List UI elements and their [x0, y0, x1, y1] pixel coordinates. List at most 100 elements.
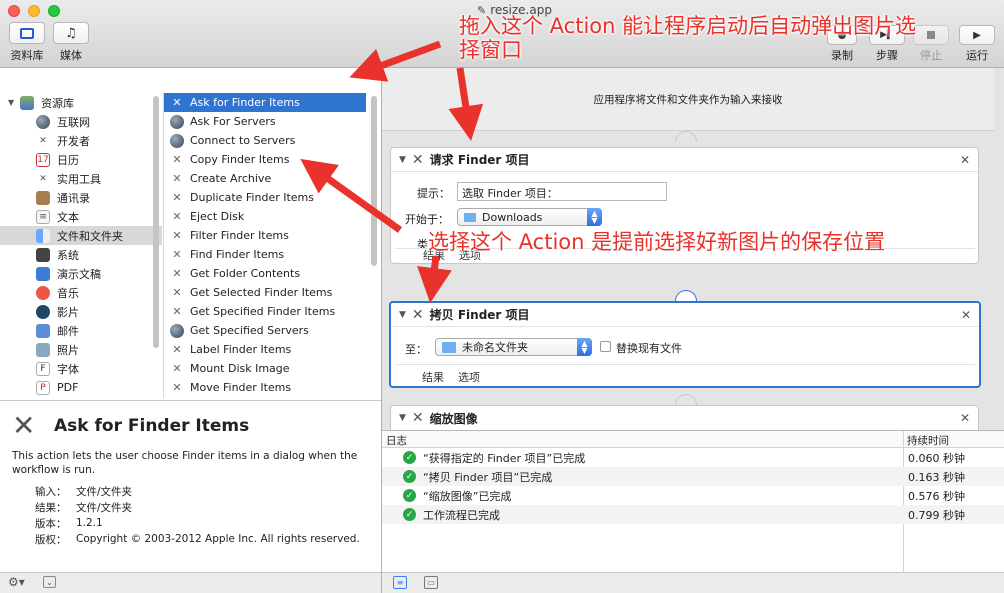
library-label: 资料库	[10, 49, 44, 62]
log-row[interactable]: ✓ “获得指定的 Finder 项目”已完成 0.060 秒钟	[382, 448, 1004, 467]
close-window-button[interactable]	[8, 5, 20, 17]
action-list-item[interactable]: ✕ Label Finder Items	[164, 340, 381, 359]
library-item[interactable]: 演示文稿	[0, 264, 162, 283]
action-list-item-label: Duplicate Finder Items	[190, 191, 314, 204]
library-item-label: 通讯录	[57, 191, 90, 205]
card-options-tab[interactable]: 选项	[458, 369, 480, 385]
library-item[interactable]: 邮件	[0, 321, 162, 340]
action-list-item[interactable]: ✕ Duplicate Finder Items	[164, 188, 381, 207]
finder-action-icon: ✕	[172, 305, 182, 318]
globe-icon	[36, 114, 50, 129]
stop-label: 停止	[920, 49, 942, 62]
library-item[interactable]: ✕ 实用工具	[0, 169, 162, 188]
finder-action-icon: ✕	[172, 286, 182, 299]
library-item[interactable]: 互联网	[0, 112, 162, 131]
library-item-label: 互联网	[57, 115, 90, 129]
library-list: ▼ 资源库互联网 ✕ 开发者 17 日历 ✕ 实用工具通讯录 ≡ 文本 文件和文件夹 系统演示文稿音乐…	[0, 93, 162, 398]
stop-button[interactable]	[913, 25, 949, 45]
finder-action-icon: ✕	[172, 343, 182, 356]
sidebar-icon	[20, 27, 34, 39]
media-button[interactable]: ♫	[53, 22, 89, 44]
run-label: 运行	[966, 49, 988, 62]
action-list-item[interactable]: ✕ Mount Disk Image	[164, 359, 381, 378]
meta-input-value: 文件/文件夹	[76, 485, 133, 498]
action-list-item[interactable]: ✕ Get Selected Finder Items	[164, 283, 381, 302]
start-at-popup[interactable]: Downloads ▲ ▼	[457, 208, 602, 226]
log-row[interactable]: ✓ “缩放图像”已完成 0.576 秒钟	[382, 486, 1004, 505]
workflow-footer: ≡ ▭	[382, 572, 1004, 593]
annotation-middle: 选择这个 Action 是提前选择好新图片的保存位置	[428, 230, 886, 254]
run-button[interactable]: ▶	[959, 25, 995, 45]
finder-action-icon: ✕	[172, 248, 182, 261]
chevron-updown-icon: ▲ ▼	[587, 208, 602, 226]
finder-action-icon: ✕	[172, 96, 182, 109]
replace-existing-label: 替换现有文件	[616, 342, 682, 355]
variables-view-icon[interactable]: ▭	[424, 576, 438, 589]
library-item-label: 文本	[57, 210, 79, 224]
library-item[interactable]: 通讯录	[0, 188, 162, 207]
description-title: Ask for Finder Items	[54, 416, 250, 436]
media-label: 媒体	[60, 49, 82, 62]
network-globe-icon	[170, 323, 184, 338]
library-item[interactable]: P PDF	[0, 378, 162, 397]
library-item[interactable]: 17 日历	[0, 150, 162, 169]
action-list-item[interactable]: ✕ Create Archive	[164, 169, 381, 188]
finder-action-icon: ✕	[411, 410, 424, 426]
action-list-item[interactable]: Connect to Servers	[164, 131, 381, 150]
action-list-item-label: Ask for Finder Items	[190, 96, 300, 109]
library-toggle-button[interactable]	[9, 22, 45, 44]
log-view-icon[interactable]: ≡	[393, 576, 407, 589]
close-icon[interactable]: ✕	[960, 153, 970, 167]
library-scrollbar[interactable]	[153, 96, 159, 348]
action-list-item[interactable]: Ask For Servers	[164, 112, 381, 131]
library-item-label: 演示文稿	[57, 267, 101, 281]
library-item[interactable]: 照片	[0, 340, 162, 359]
library-item[interactable]: ≡ 文本	[0, 207, 162, 226]
action-list-item-label: Ask For Servers	[190, 115, 276, 128]
action-list-item[interactable]: ✕ Copy Finder Items	[164, 150, 381, 169]
library-item[interactable]: 音乐	[0, 283, 162, 302]
duration-column-header[interactable]: 持续时间	[907, 433, 949, 448]
action-list-item[interactable]: Get Specified Servers	[164, 321, 381, 340]
disclosure-triangle-icon[interactable]: ▼	[8, 98, 14, 107]
check-icon: ✓	[403, 470, 416, 483]
library-item[interactable]: ▼ 资源库	[0, 93, 162, 112]
prompt-field[interactable]: 选取 Finder 项目：	[457, 182, 667, 201]
library-item[interactable]: 系统	[0, 245, 162, 264]
action-list-item[interactable]: ✕ Filter Finder Items	[164, 226, 381, 245]
close-icon[interactable]: ✕	[960, 411, 970, 425]
library-item[interactable]: F 字体	[0, 359, 162, 378]
replace-existing-checkbox[interactable]	[600, 341, 611, 352]
log-column-header[interactable]: 日志	[386, 433, 407, 448]
zoom-window-button[interactable]	[48, 5, 60, 17]
log-row[interactable]: ✓ 工作流程已完成 0.799 秒钟	[382, 505, 1004, 524]
library-item[interactable]: ✕ 开发者	[0, 131, 162, 150]
action-list-item[interactable]: ✕ Ask for Finder Items	[164, 93, 366, 112]
log-row[interactable]: ✓ “拷贝 Finder 项目”已完成 0.163 秒钟	[382, 467, 1004, 486]
disclosure-triangle-icon[interactable]: ▼	[399, 310, 406, 320]
library-item[interactable]: 文件和文件夹	[0, 226, 162, 245]
step-label: 步骤	[876, 49, 898, 62]
gear-icon[interactable]: ⚙▾	[8, 575, 25, 589]
action-card-copy-finder-items[interactable]: ▼ ✕ 拷贝 Finder 项目 ✕ 至： 未命名文件夹 ▲ ▼ 替换现有文件 结…	[389, 301, 981, 388]
action-list-item[interactable]: ✕ Get Specified Finder Items	[164, 302, 381, 321]
library-item[interactable]: 影片	[0, 302, 162, 321]
disclosure-triangle-icon[interactable]: ▼	[399, 155, 406, 165]
play-icon: ▶	[973, 29, 981, 41]
log-rows: ✓ “获得指定的 Finder 项目”已完成 0.060 秒钟 ✓ “拷贝 Finder…	[382, 448, 1004, 524]
action-list-item[interactable]: ✕ Find Finder Items	[164, 245, 381, 264]
close-icon[interactable]: ✕	[961, 308, 971, 322]
collapse-description-icon[interactable]: ⌄	[43, 576, 56, 588]
automator-tools-icon: ✕	[12, 409, 36, 442]
action-list-item[interactable]: ✕ Move Finder Items	[164, 378, 381, 397]
action-list-item-label: Label Finder Items	[190, 343, 292, 356]
log-row-text: “拷贝 Finder 项目”已完成	[423, 470, 553, 484]
finder-action-icon: ✕	[172, 267, 182, 280]
minimize-window-button[interactable]	[28, 5, 40, 17]
card-results-tab[interactable]: 结果	[422, 369, 444, 385]
actions-scrollbar[interactable]	[371, 96, 377, 266]
disclosure-triangle-icon[interactable]: ▼	[399, 413, 406, 423]
destination-popup[interactable]: 未命名文件夹 ▲ ▼	[435, 338, 592, 356]
action-list-item[interactable]: ✕ Get Folder Contents	[164, 264, 381, 283]
action-list-item[interactable]: ✕ Eject Disk	[164, 207, 381, 226]
